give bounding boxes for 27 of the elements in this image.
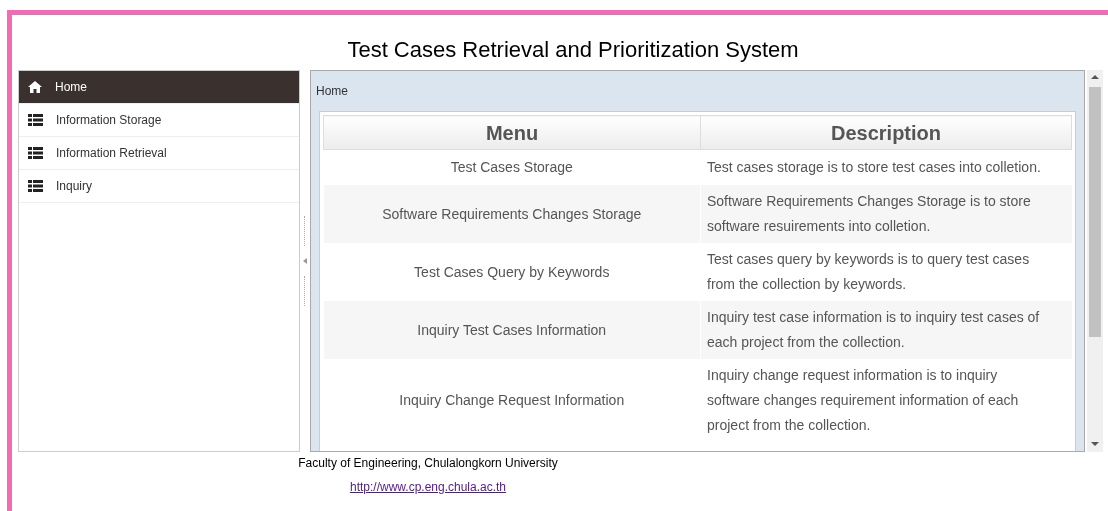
scrollbar[interactable] [1087,70,1103,452]
sidebar-item[interactable]: Home [19,71,299,104]
column-header: Description [700,115,1072,150]
column-header: Menu [323,115,701,150]
table-cell: Software Requirements Changes Storage is to store software resuirements into colletion. [707,193,1031,234]
breadcrumb[interactable]: Home [316,82,348,100]
footer-text: Faculty of Engineering, Chulalongkorn University [298,455,558,472]
scroll-thumb[interactable] [1089,87,1101,337]
table-cell: Software Requirements Changes Storage [382,205,642,222]
table-cell: Inquiry test case information is to inquiry test cases of each project from the collection. [707,309,1040,350]
table-cell: Test cases query by keywords is to query test cases from the collection by keywords. [707,251,1030,292]
table-cell: Test cases storage is to store test cases into colletion. [707,159,1041,175]
home-icon [28,81,42,93]
scroll-down-icon[interactable] [1091,442,1099,446]
list-icon [28,147,43,159]
footer-link[interactable]: http://www.cp.eng.chula.ac.th [349,478,507,496]
splitter-handle[interactable] [303,216,307,246]
table-cell: Inquiry change request information is to inquiry software changes requirement information of each project from the collection. [707,367,1019,433]
splitter-handle[interactable] [303,276,307,306]
page-title: Test Cases Retrieval and Prioritization System [347,36,799,64]
scroll-up-icon[interactable] [1091,75,1099,79]
list-icon [28,114,43,126]
table-cell: Test Cases Query by Keywords [414,263,610,280]
table-cell: Inquiry Change Request Information [399,392,625,408]
table-cell: Test Cases Storage [450,159,573,175]
table-cell: Inquiry Test Cases Information [417,321,607,338]
list-icon [28,180,43,192]
